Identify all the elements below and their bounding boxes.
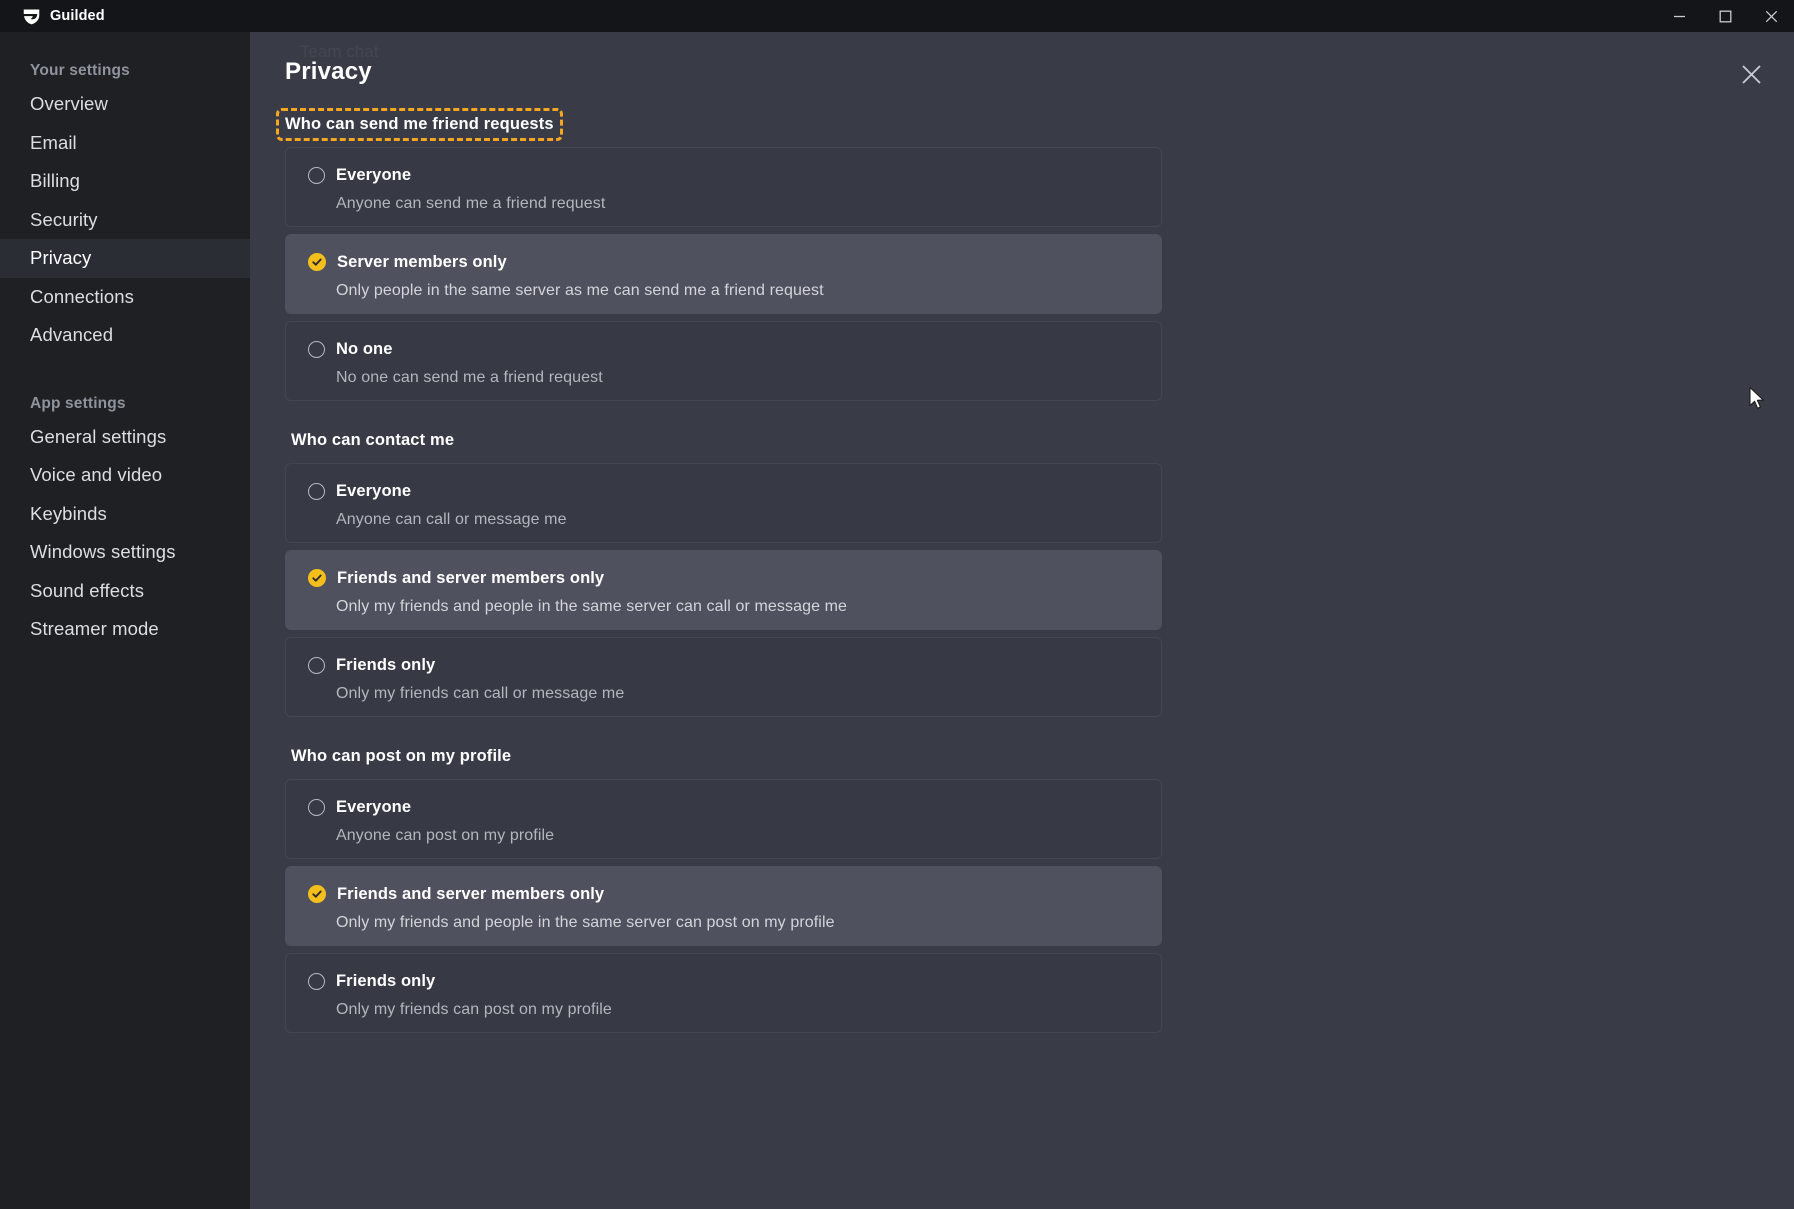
minimize-button[interactable] — [1656, 0, 1702, 32]
sidebar-item-email[interactable]: Email — [0, 124, 250, 163]
option-post-profile-everyone[interactable]: Everyone Anyone can post on my profile — [285, 779, 1162, 859]
section-heading-post-on-my-profile: Who can post on my profile — [291, 747, 512, 765]
option-head: Friends and server members only — [308, 567, 1161, 589]
option-head: Friends only — [308, 970, 1161, 992]
radio-unchecked-icon[interactable] — [308, 166, 325, 184]
settings-content: Privacy Who can send me friend requests … — [250, 32, 1794, 1209]
option-description: Only my friends can post on my profile — [336, 1001, 612, 1018]
option-description: No one can send me a friend request — [336, 369, 603, 386]
sidebar-item-voice-and-video[interactable]: Voice and video — [0, 456, 250, 495]
radio-unchecked-icon[interactable] — [308, 798, 325, 816]
radio-group-contact-me[interactable]: Everyone Anyone can call or message me F… — [285, 463, 1162, 717]
option-contact-me-friends-and-server-members-only[interactable]: Friends and server members only Only my … — [285, 550, 1162, 630]
checkmark-icon — [312, 258, 322, 266]
radio-unchecked-icon[interactable] — [308, 482, 325, 500]
section-friend-requests: Who can send me friend requests Everyone… — [276, 96, 1794, 401]
sidebar-item-general-settings[interactable]: General settings — [0, 418, 250, 457]
option-head: Server members only — [308, 251, 1161, 273]
option-post-profile-friends-only[interactable]: Friends only Only my friends can post on… — [285, 953, 1162, 1033]
option-friend-requests-no-one[interactable]: No one No one can send me a friend reque… — [285, 321, 1162, 401]
nav-group-divider — [0, 355, 250, 390]
option-label: Friends only — [336, 971, 436, 990]
sidebar-item-keybinds[interactable]: Keybinds — [0, 495, 250, 534]
option-description: Only my friends and people in the same s… — [336, 914, 835, 931]
option-head: No one — [308, 338, 1161, 360]
option-label: Everyone — [336, 481, 412, 500]
window-titlebar: Guilded — [0, 0, 1794, 32]
option-label: Everyone — [336, 165, 412, 184]
radio-unchecked-icon[interactable] — [308, 972, 325, 990]
settings-sidebar[interactable]: Your settings Overview Email Billing Sec… — [0, 32, 250, 1209]
option-label: Friends and server members only — [337, 884, 605, 903]
option-description: Anyone can send me a friend request — [336, 195, 606, 212]
radio-checked-icon[interactable] — [308, 569, 326, 587]
option-description: Only my friends can call or message me — [336, 685, 625, 702]
window-controls — [1656, 0, 1794, 32]
radio-checked-icon[interactable] — [308, 253, 326, 271]
nav-group-title-your-settings: Your settings — [30, 62, 130, 79]
sidebar-item-streamer-mode[interactable]: Streamer mode — [0, 610, 250, 649]
option-contact-me-friends-only[interactable]: Friends only Only my friends can call or… — [285, 637, 1162, 717]
option-description: Only people in the same server as me can… — [336, 282, 824, 299]
app-name: Guilded — [50, 8, 105, 24]
option-head: Friends only — [308, 654, 1161, 676]
option-description: Only my friends and people in the same s… — [336, 598, 848, 615]
settings-scroll-area[interactable]: Who can send me friend requests Everyone… — [250, 96, 1794, 1209]
sidebar-item-windows-settings[interactable]: Windows settings — [0, 533, 250, 572]
option-description: Anyone can call or message me — [336, 511, 567, 528]
checkmark-icon — [312, 574, 322, 582]
checkmark-icon — [312, 890, 322, 898]
option-description: Anyone can post on my profile — [336, 827, 555, 844]
section-heading-contact-me: Who can contact me — [291, 431, 455, 449]
option-label: Everyone — [336, 797, 412, 816]
option-friend-requests-server-members-only[interactable]: Server members only Only people in the s… — [285, 234, 1162, 314]
app-brand: Guilded — [22, 7, 105, 26]
radio-group-post-on-my-profile[interactable]: Everyone Anyone can post on my profile F… — [285, 779, 1162, 1033]
window-close-button[interactable] — [1748, 0, 1794, 32]
maximize-icon — [1719, 10, 1731, 22]
sidebar-item-privacy[interactable]: Privacy — [0, 239, 250, 278]
option-head: Everyone — [308, 164, 1161, 186]
page-title: Privacy — [285, 58, 372, 85]
settings-window: Team chat Watch now Your Guilded Downloa… — [0, 32, 1794, 1209]
section-post-on-my-profile: Who can post on my profile Everyone Anyo… — [285, 717, 1794, 1033]
nav-group-app-settings: App settings General settings Voice and … — [0, 390, 250, 649]
maximize-button[interactable] — [1702, 0, 1748, 32]
sidebar-item-overview[interactable]: Overview — [0, 85, 250, 124]
section-heading-friend-requests: Who can send me friend requests — [276, 108, 563, 141]
sidebar-item-sound-effects[interactable]: Sound effects — [0, 572, 250, 611]
option-label: Friends and server members only — [337, 568, 605, 587]
guilded-shield-logo — [23, 8, 40, 24]
sidebar-item-advanced[interactable]: Advanced — [0, 316, 250, 355]
radio-unchecked-icon[interactable] — [308, 656, 325, 674]
radio-unchecked-icon[interactable] — [308, 340, 325, 358]
option-label: Friends only — [336, 655, 436, 674]
sidebar-item-billing[interactable]: Billing — [0, 162, 250, 201]
option-contact-me-everyone[interactable]: Everyone Anyone can call or message me — [285, 463, 1162, 543]
option-head: Everyone — [308, 480, 1161, 502]
option-label: Server members only — [337, 252, 507, 271]
nav-group-title-app-settings: App settings — [30, 394, 126, 412]
radio-checked-icon[interactable] — [308, 885, 326, 903]
option-head: Everyone — [308, 796, 1161, 818]
close-settings-button[interactable] — [1734, 57, 1768, 91]
close-icon — [1765, 10, 1777, 22]
option-head: Friends and server members only — [308, 883, 1161, 905]
sidebar-item-security[interactable]: Security — [0, 201, 250, 240]
nav-group-your-settings: Your settings Overview Email Billing Sec… — [0, 57, 250, 355]
sidebar-item-connections[interactable]: Connections — [0, 278, 250, 317]
option-friend-requests-everyone[interactable]: Everyone Anyone can send me a friend req… — [285, 147, 1162, 227]
radio-group-friend-requests[interactable]: Everyone Anyone can send me a friend req… — [285, 147, 1162, 401]
option-label: No one — [336, 339, 393, 358]
section-contact-me: Who can contact me Everyone Anyone can c… — [285, 401, 1794, 717]
option-post-profile-friends-and-server-members-only[interactable]: Friends and server members only Only my … — [285, 866, 1162, 946]
minimize-icon — [1673, 15, 1685, 17]
close-icon — [1741, 64, 1761, 84]
